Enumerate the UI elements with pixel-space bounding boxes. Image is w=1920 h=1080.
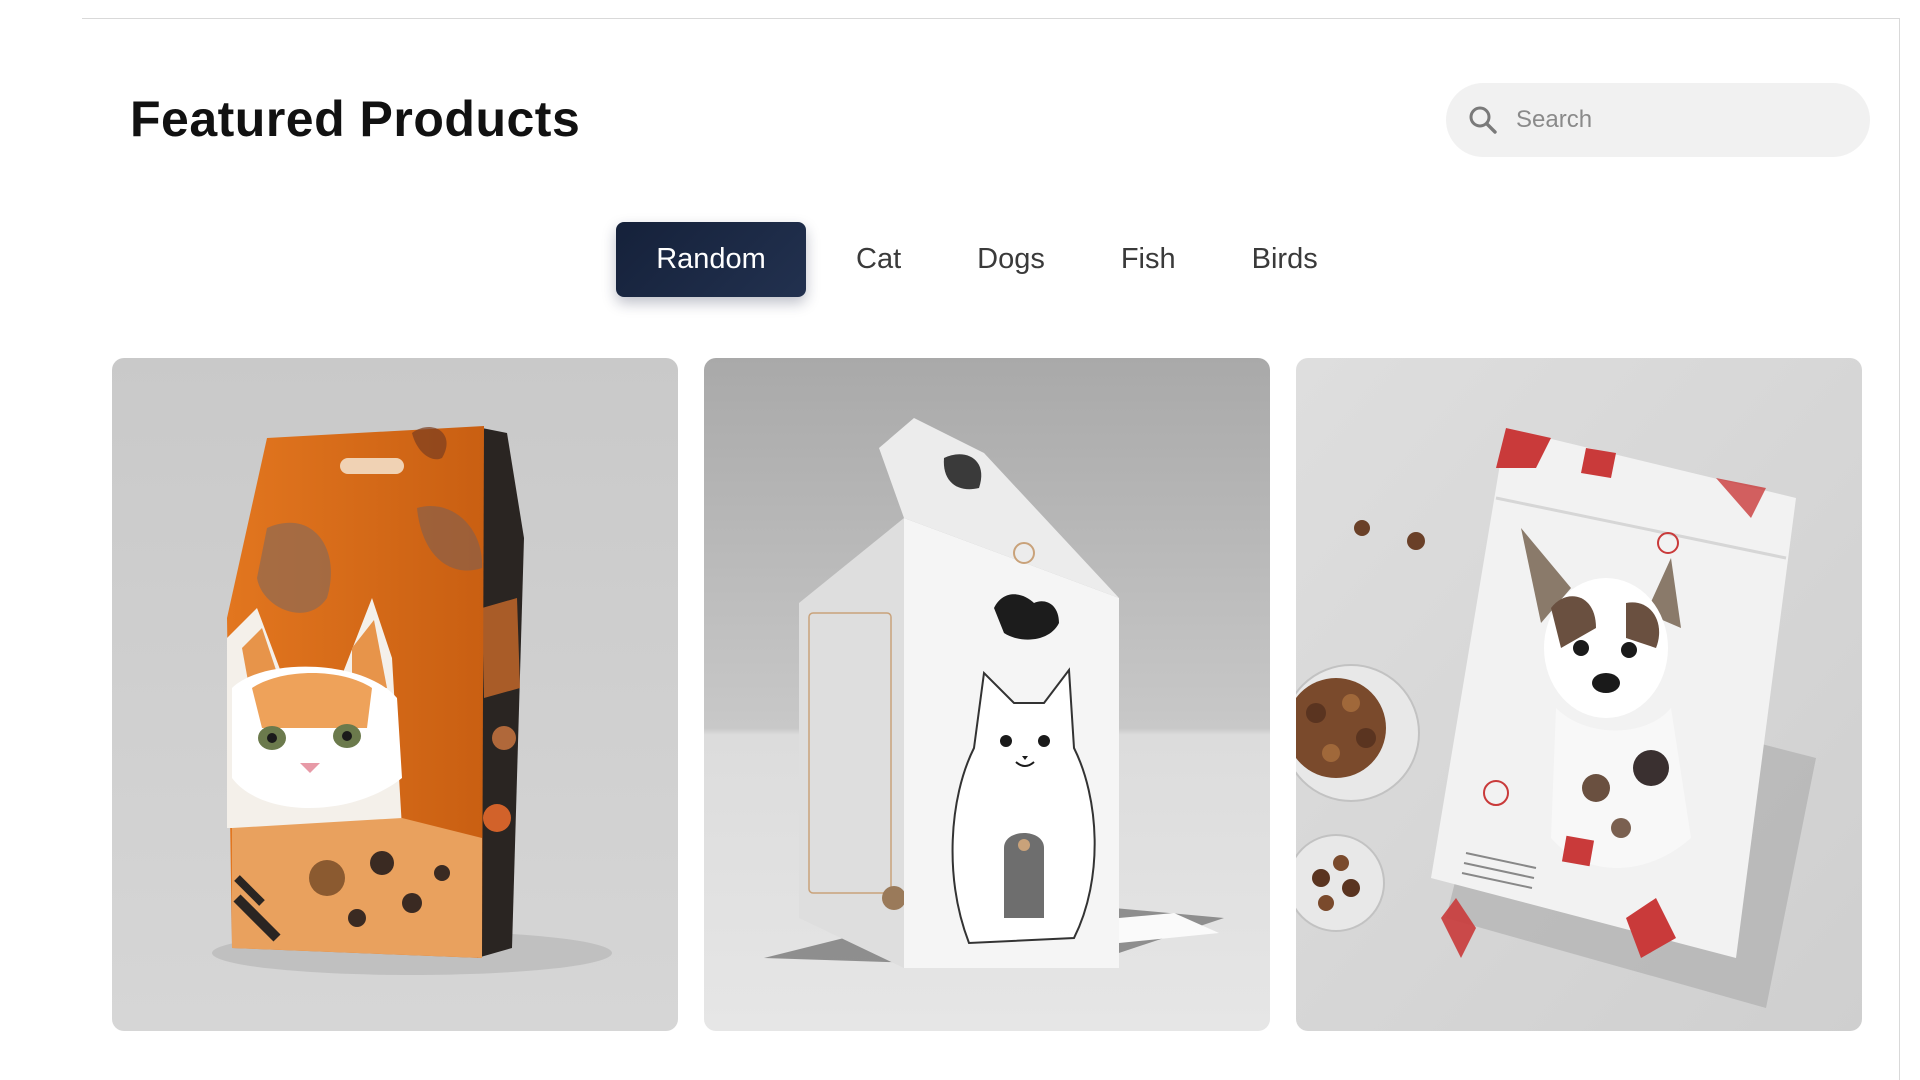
category-tabs: Random Cat Dogs Fish Birds — [616, 222, 1356, 297]
tab-fish[interactable]: Fish — [1083, 222, 1214, 297]
cat-food-box-image — [704, 358, 1270, 1031]
product-grid — [112, 358, 1862, 1031]
tab-dogs[interactable]: Dogs — [939, 222, 1083, 297]
search-input[interactable] — [1516, 106, 1846, 134]
search-box[interactable] — [1446, 83, 1870, 157]
page-title: Featured Products — [130, 91, 581, 147]
product-card-cat-bag[interactable] — [112, 358, 678, 1031]
dog-food-pouch-image — [1296, 358, 1862, 1031]
tab-random[interactable]: Random — [616, 222, 806, 297]
cat-food-bag-image — [112, 358, 678, 1031]
tab-cat[interactable]: Cat — [818, 222, 939, 297]
product-card-cat-box[interactable] — [704, 358, 1270, 1031]
tab-birds[interactable]: Birds — [1214, 222, 1356, 297]
search-icon — [1466, 103, 1500, 137]
product-card-dog-pouch[interactable] — [1296, 358, 1862, 1031]
